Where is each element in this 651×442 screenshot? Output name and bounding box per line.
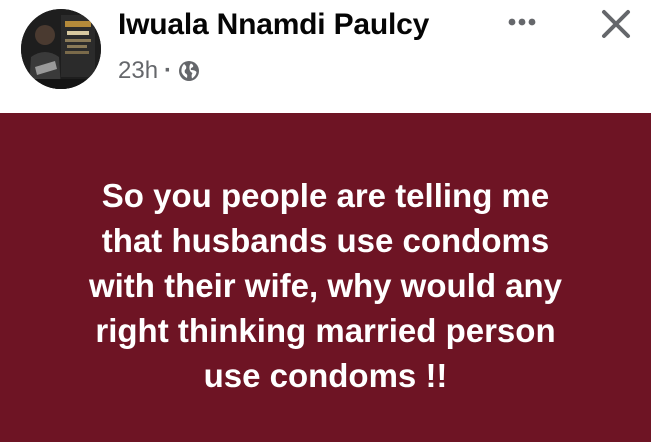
post-meta: 23h · (118, 57, 200, 85)
meta-separator: · (164, 57, 173, 84)
post-timestamp[interactable]: 23h (118, 57, 158, 85)
avatar-image (21, 9, 101, 89)
author-avatar[interactable] (21, 9, 101, 89)
text-background-card: So you people are telling me that husban… (0, 113, 651, 442)
facebook-post: Iwuala Nnamdi Paulcy 23h · So you people… (0, 0, 651, 442)
post-header: Iwuala Nnamdi Paulcy 23h · (0, 0, 651, 113)
more-options-icon[interactable] (500, 12, 544, 32)
close-icon[interactable] (596, 4, 636, 44)
globe-icon[interactable] (178, 60, 200, 82)
post-text: So you people are telling me that husban… (88, 177, 563, 394)
author-name[interactable]: Iwuala Nnamdi Paulcy (118, 8, 429, 42)
